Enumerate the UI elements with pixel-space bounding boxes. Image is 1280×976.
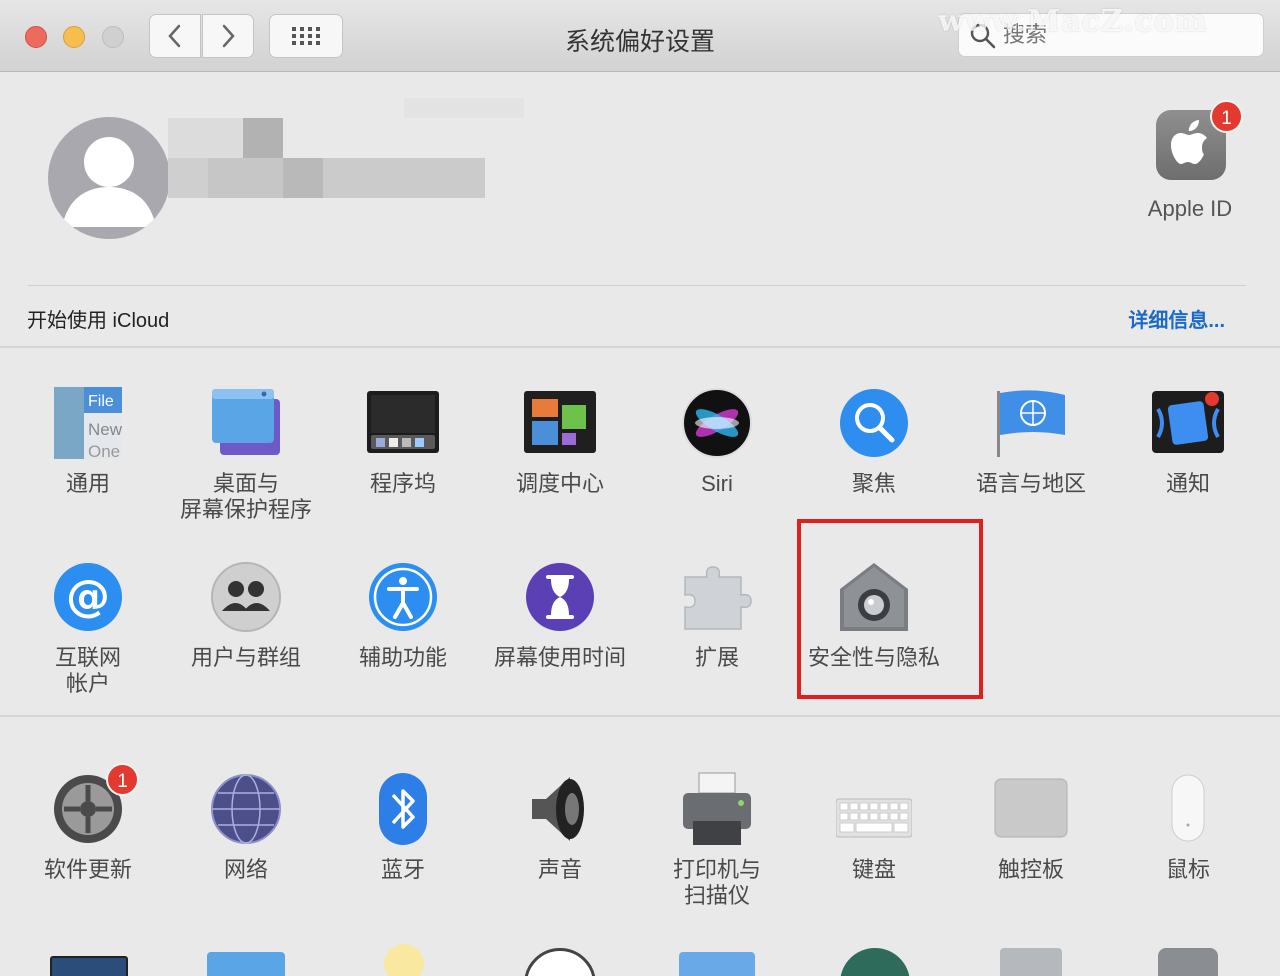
sharing-icon[interactable] [679,952,755,976]
sound-icon [522,771,598,847]
redacted-user-name [168,118,243,158]
spotlight-icon [836,385,912,461]
printers-scanners-icon [679,771,755,847]
pref-label: 网络 [223,857,268,882]
pref-mission-control[interactable]: 调度中心 [485,385,635,497]
pref-label: Siri [701,471,733,496]
pref-notifications[interactable]: 通知 [1113,385,1263,497]
pref-label: 鼠标 [1165,857,1210,882]
pref-spotlight[interactable]: 聚焦 [799,385,949,497]
pref-printers-scanners[interactable]: 打印机与 扫描仪 [642,771,792,909]
internet-accounts-icon: @ [50,559,126,635]
pref-desktop-screensaver[interactable]: 桌面与 屏幕保护程序 [171,385,321,523]
pref-label: 通知 [1165,471,1210,496]
watermark-text: www.MacZ.com [938,4,1208,39]
pref-label: 程序坞 [369,471,436,496]
pref-label: 桌面与 屏幕保护程序 [179,471,312,522]
user-avatar[interactable] [48,117,170,239]
pref-label: 声音 [537,857,582,882]
pref-language-region[interactable]: 语言与地区 [956,385,1106,497]
software-update-badge: 1 [106,763,139,796]
apple-id-badge: 1 [1210,100,1243,133]
pref-label: 键盘 [851,857,896,882]
pref-bluetooth[interactable]: 蓝牙 [328,771,478,883]
time-machine-icon[interactable] [840,948,910,976]
pref-label: 触控板 [997,857,1064,882]
icloud-details-link[interactable]: 详细信息... [1128,304,1225,333]
mission-control-icon [522,385,598,461]
pref-extensions[interactable]: 扩展 [642,559,792,671]
pref-label: 打印机与 扫描仪 [672,857,761,908]
svg-text:@: @ [66,571,110,622]
screen-time-icon [522,559,598,635]
date-time-icon[interactable] [524,948,596,976]
svg-text:File: File [88,393,114,410]
extensions-icon [679,559,755,635]
notifications-icon [1150,385,1226,461]
energy-saver-icon[interactable] [207,952,285,976]
bluetooth-icon [365,771,441,847]
svg-text:One: One [88,442,120,461]
pref-label: 调度中心 [515,471,604,496]
svg-text:New: New [88,420,123,439]
redacted-block [243,118,283,158]
pref-label: 通用 [65,471,110,496]
pref-label: 互联网 帐户 [54,645,121,696]
desktop-icon [208,385,284,461]
highlight-box [797,519,983,699]
pref-label: 扩展 [694,645,739,670]
accessibility-icon [365,559,441,635]
pref-internet-accounts[interactable]: @ 互联网 帐户 [13,559,163,697]
row4-partial-icons [0,940,1280,976]
pref-screen-time[interactable]: 屏幕使用时间 [485,559,635,671]
pref-keyboard[interactable]: 键盘 [799,771,949,883]
trackpad-icon [993,771,1069,847]
pref-label: 屏幕使用时间 [493,645,626,670]
lightbulb-icon[interactable] [384,944,424,976]
pref-trackpad[interactable]: 触控板 [956,771,1106,883]
dock-icon [365,385,441,461]
redacted-block [168,158,208,198]
network-icon [208,771,284,847]
pref-siri[interactable]: Siri [642,385,792,497]
pref-users-groups[interactable]: 用户与群组 [171,559,321,671]
section-separator [0,346,1280,348]
title-bar: 系统偏好设置 www.MacZ.com [0,0,1280,72]
pref-label: 蓝牙 [380,857,425,882]
pref-mouse[interactable]: 鼠标 [1113,771,1263,883]
startup-disk-icon[interactable] [1000,948,1062,976]
displays-icon[interactable] [50,956,128,976]
pref-label: 聚焦 [851,471,896,496]
redacted-block [283,158,323,198]
profiles-icon[interactable] [1158,948,1218,976]
mouse-icon [1150,771,1226,847]
pref-sound[interactable]: 声音 [485,771,635,883]
pref-dock[interactable]: 程序坞 [328,385,478,497]
pref-label: 用户与群组 [190,645,301,670]
redacted-block [323,158,485,198]
language-region-icon [993,385,1069,461]
software-update-icon: 1 [50,763,139,847]
pref-accessibility[interactable]: 辅助功能 [328,559,478,671]
general-icon: File New One [50,385,126,461]
pref-network[interactable]: 网络 [171,771,321,883]
divider [28,285,1246,286]
redacted-block [208,158,283,198]
icloud-prompt: 开始使用 iCloud [27,310,170,332]
siri-icon [679,385,755,461]
user-silhouette-icon [62,137,156,227]
pref-label: 语言与地区 [975,471,1086,496]
pref-software-update[interactable]: 1 软件更新 [13,763,163,883]
apple-id-label: Apple ID [1147,196,1233,221]
pref-label: 软件更新 [43,857,132,882]
redacted-block [404,98,524,118]
section-separator [0,715,1280,717]
users-groups-icon [208,559,284,635]
pref-label: 辅助功能 [358,645,447,670]
keyboard-icon [835,771,913,847]
pref-general[interactable]: File New One 通用 [13,385,163,497]
